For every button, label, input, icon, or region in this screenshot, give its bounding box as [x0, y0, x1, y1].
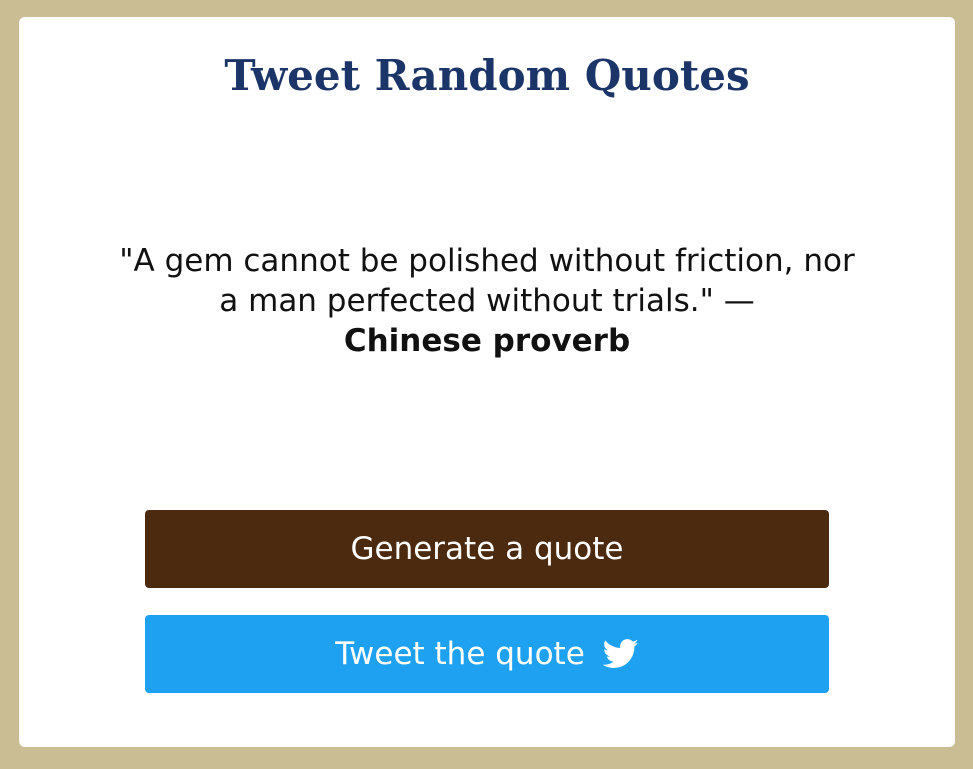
generate-quote-label: Generate a quote	[350, 531, 624, 567]
tweet-quote-label: Tweet the quote	[335, 636, 585, 672]
quote-block: "A gem cannot be polished without fricti…	[117, 241, 857, 361]
quote-separator: —	[713, 283, 755, 319]
twitter-bird-icon	[602, 639, 639, 669]
quote-author: Chinese proverb	[343, 323, 631, 359]
tweet-quote-button[interactable]: Tweet the quote	[145, 615, 829, 693]
generate-quote-button[interactable]: Generate a quote	[145, 510, 829, 588]
page-title: Tweet Random Quotes	[224, 51, 750, 100]
quote-card: Tweet Random Quotes "A gem cannot be pol…	[19, 17, 955, 747]
